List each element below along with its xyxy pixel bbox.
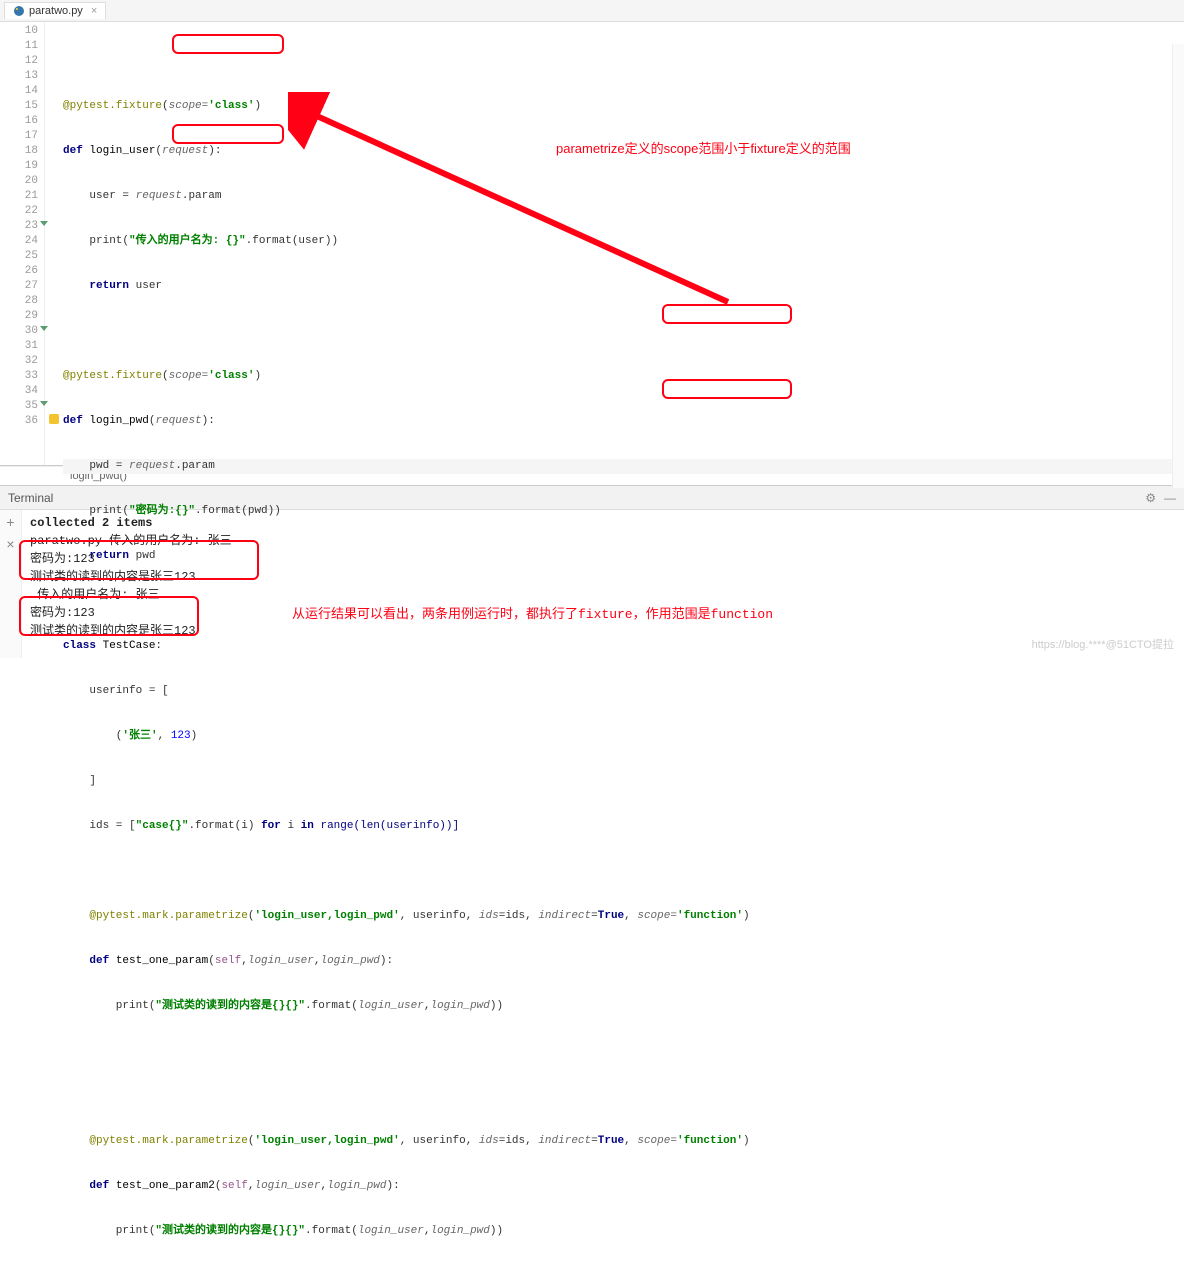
code-line [63, 324, 1184, 339]
gutter-line: 23 [0, 219, 38, 234]
gutter-line: 14 [0, 84, 38, 99]
watermark: https://blog.****@51CTO提拉 [1032, 636, 1174, 652]
code-line: userinfo = [ [63, 684, 1184, 699]
terminal-title: Terminal [8, 491, 53, 505]
code-line: @pytest.fixture(scope='class') [63, 99, 1184, 114]
gutter-line: 16 [0, 114, 38, 129]
gutter-line: 28 [0, 294, 38, 309]
gutter-line: 17 [0, 129, 38, 144]
gutter-line: 29 [0, 309, 38, 324]
terminal-line: 密码为:123 [30, 550, 1176, 568]
code-line: ids = ["case{}".format(i) for i in range… [63, 819, 1184, 834]
gutter-line: 18 [0, 144, 38, 159]
gutter-line: 31 [0, 339, 38, 354]
code-line: pwd = request.param [63, 459, 1184, 474]
gutter-line [0, 429, 38, 444]
code-line: ] [63, 774, 1184, 789]
gutter-line: 13 [0, 69, 38, 84]
code-line: def test_one_param(self,login_user,login… [63, 954, 1184, 969]
code-line: @pytest.mark.parametrize('login_user,log… [63, 1134, 1184, 1149]
code-line: print("测试类的读到的内容是{}{}".format(login_user… [63, 1224, 1184, 1239]
close-icon[interactable]: × [6, 536, 14, 552]
gutter-line: 15 [0, 99, 38, 114]
code-line [63, 54, 1184, 69]
line-gutter: 1011121314151617181920212223242526272829… [0, 22, 45, 465]
gutter-line: 21 [0, 189, 38, 204]
code-line: return user [63, 279, 1184, 294]
terminal-line: 测试类的读到的内容是张三123 [30, 622, 1176, 640]
gutter-line: 24 [0, 234, 38, 249]
gutter-line: 12 [0, 54, 38, 69]
terminal-body: + × collected 2 items paratwo.py 传入的用户名为… [0, 510, 1184, 658]
close-icon[interactable]: × [91, 5, 97, 17]
python-file-icon [13, 5, 25, 17]
gutter-line: 11 [0, 39, 38, 54]
editor-area: 1011121314151617181920212223242526272829… [0, 22, 1184, 466]
terminal-line: .传入的用户名为: 张三 [30, 586, 1176, 604]
code-line: def login_pwd(request): [63, 414, 1184, 429]
tab-bar: paratwo.py × [0, 0, 1184, 22]
gutter-line: 36 [0, 414, 38, 429]
code-line [63, 1089, 1184, 1104]
gutter-line: 35 [0, 399, 38, 414]
code-line: def test_one_param2(self,login_user,logi… [63, 1179, 1184, 1194]
code-line: @pytest.fixture(scope='class') [63, 369, 1184, 384]
code-line: print("传入的用户名为: {}".format(user)) [63, 234, 1184, 249]
gutter-line: 19 [0, 159, 38, 174]
terminal-sidebar: + × [0, 510, 22, 658]
gutter-line: 25 [0, 249, 38, 264]
terminal-line: paratwo.py 传入的用户名为: 张三 [30, 532, 1176, 550]
code-line: user = request.param [63, 189, 1184, 204]
scrollbar-strip[interactable] [1172, 44, 1184, 488]
gutter-line: 34 [0, 384, 38, 399]
gutter-line: 32 [0, 354, 38, 369]
gutter-line: 33 [0, 369, 38, 384]
code-line [63, 864, 1184, 879]
terminal-line: 密码为:123 [30, 604, 1176, 622]
terminal-line: collected 2 items [30, 514, 1176, 532]
code-line: @pytest.mark.parametrize('login_user,log… [63, 909, 1184, 924]
gutter-line: 20 [0, 174, 38, 189]
code-line: def login_user(request): [63, 144, 1184, 159]
code-line: ('张三', 123) [63, 729, 1184, 744]
terminal-content[interactable]: collected 2 items paratwo.py 传入的用户名为: 张三… [22, 510, 1184, 658]
file-tab[interactable]: paratwo.py × [4, 2, 106, 19]
gutter-line: 26 [0, 264, 38, 279]
bookmark-icon [49, 414, 59, 424]
gutter-line: 30 [0, 324, 38, 339]
add-icon[interactable]: + [6, 514, 14, 530]
gutter-line: 10 [0, 24, 38, 39]
gutter-line: 27 [0, 279, 38, 294]
code-line: print("测试类的读到的内容是{}{}".format(login_user… [63, 999, 1184, 1014]
terminal-line: 测试类的读到的内容是张三123 [30, 568, 1176, 586]
code-line [63, 1044, 1184, 1059]
tab-filename: paratwo.py [29, 5, 83, 17]
gutter-line: 22 [0, 204, 38, 219]
code-view[interactable]: @pytest.fixture(scope='class') def login… [45, 22, 1184, 465]
